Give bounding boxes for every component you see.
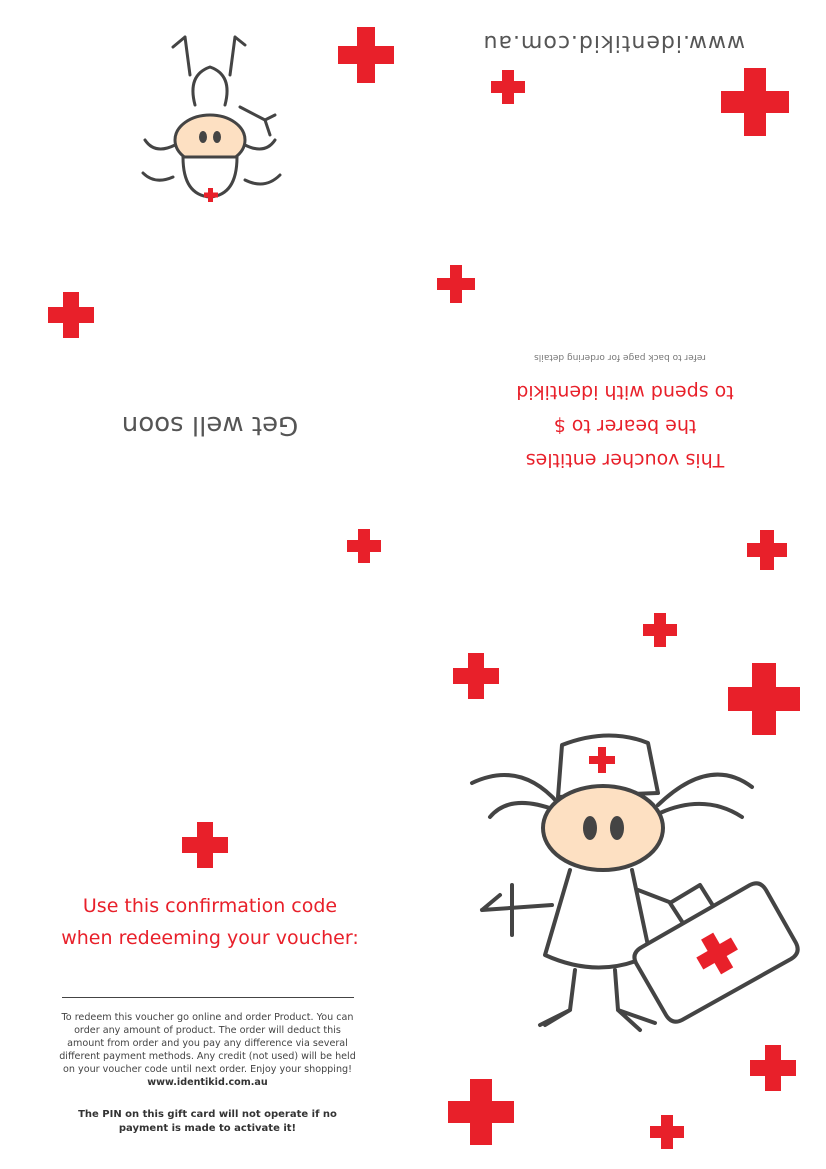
red-cross-icon [650,1115,684,1149]
voucher-text: This voucher entitles the bearer to $ to… [505,375,745,477]
red-cross-icon [182,822,228,868]
red-cross-icon [643,613,677,647]
refer-note: refer to back page for ordering details [534,352,706,362]
red-cross-icon [347,529,381,563]
confirm-line: Use this confirmation code [82,895,338,917]
red-cross-icon [448,1079,514,1145]
voucher-line: the bearer to $ [553,415,697,437]
red-cross-icon [747,530,787,570]
nurse-illustration [470,733,800,1032]
red-cross-icon [338,27,394,83]
website-url: www.identikid.com.au [482,30,745,55]
nurse-illustration [141,35,282,202]
greeting-text: Get well soon [121,410,299,440]
pin-notice: The PIN on this gift card will not opera… [78,1109,337,1134]
voucher-line: This voucher entitles [525,449,725,471]
voucher-line: to spend with identikid [516,381,734,403]
red-cross-icon [48,292,94,338]
code-entry-line [62,997,354,998]
red-cross-icon [453,653,499,699]
confirm-line: when redeeming your voucher: [61,927,359,949]
red-cross-icon [491,70,525,104]
confirmation-instruction: Use this confirmation code when redeemin… [60,890,360,954]
red-cross-icon [437,265,475,303]
terms-text: To redeem this voucher go online and ord… [59,1012,356,1075]
terms-link[interactable]: www.identikid.com.au [147,1077,267,1088]
red-cross-icon [721,68,789,136]
terms-paragraph: To redeem this voucher go online and ord… [55,1011,360,1089]
